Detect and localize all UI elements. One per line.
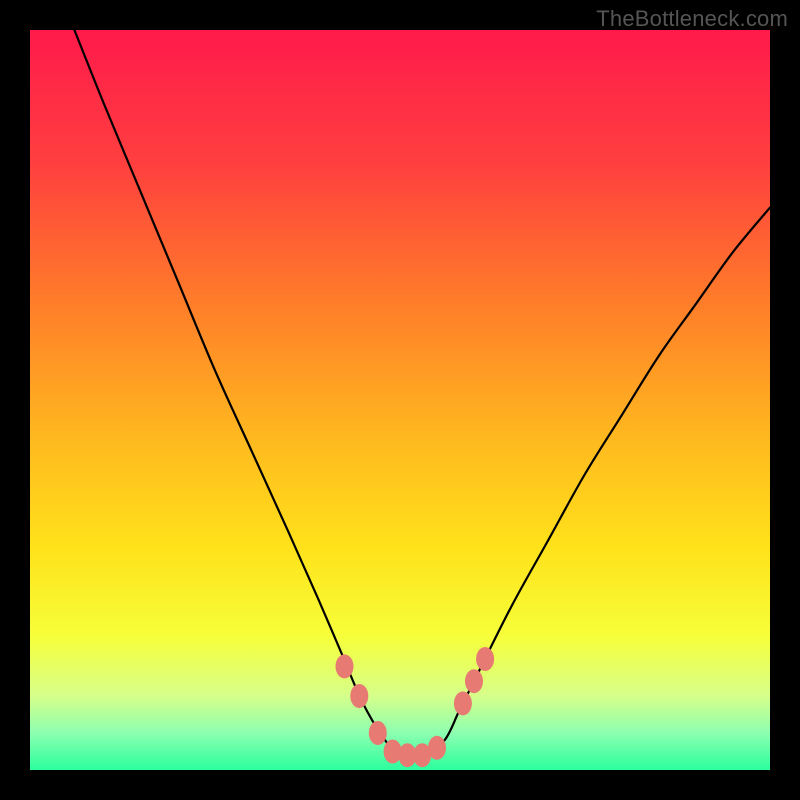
curve-marker (336, 654, 354, 678)
chart-frame: TheBottleneck.com (0, 0, 800, 800)
curve-marker (369, 721, 387, 745)
curve-marker (428, 736, 446, 760)
curve-marker (465, 669, 483, 693)
curve-marker (350, 684, 368, 708)
plot-area (30, 30, 770, 770)
gradient-background (30, 30, 770, 770)
curve-marker (454, 691, 472, 715)
watermark-text: TheBottleneck.com (596, 6, 788, 32)
curve-marker (476, 647, 494, 671)
chart-svg (30, 30, 770, 770)
